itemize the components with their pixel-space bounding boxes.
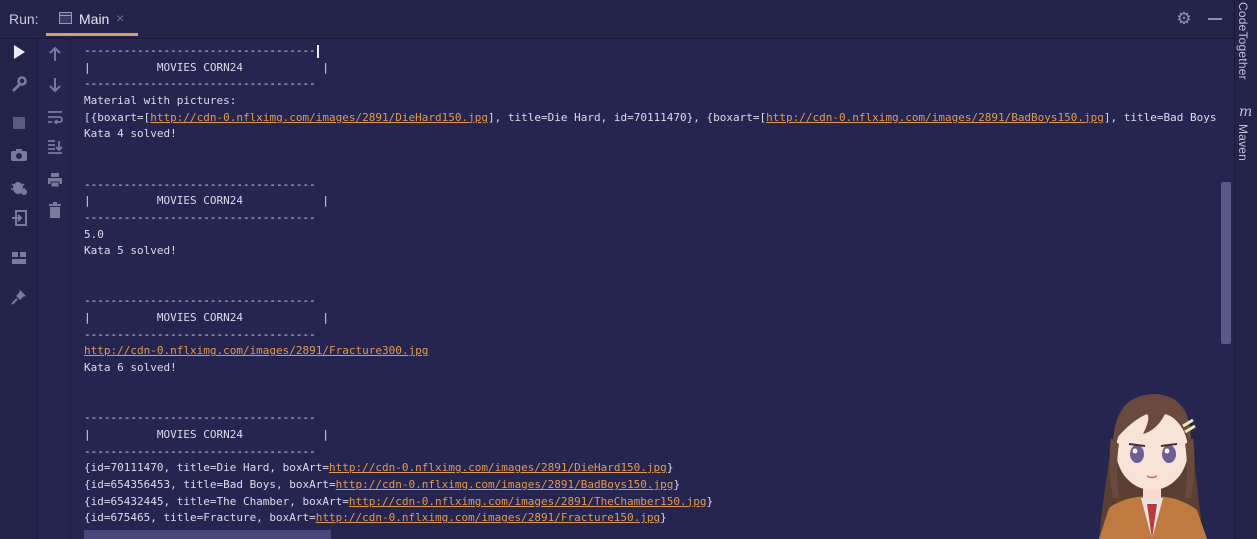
console-link[interactable]: http://cdn-0.nflximg.com/images/2891/Die…	[150, 111, 488, 124]
anime-character-icon	[1099, 394, 1207, 539]
arrow-down-icon[interactable]	[45, 75, 65, 95]
console-line: 5.0	[84, 227, 1221, 244]
camera-icon[interactable]	[9, 145, 29, 165]
console-text: ], title=Bad Boys	[1103, 110, 1217, 124]
debug-icon[interactable]	[9, 177, 29, 197]
console-line: -----------------------------------	[84, 43, 1221, 60]
console-text: -----------------------------------	[84, 77, 316, 91]
console-line: Kata 6 solved!	[84, 360, 1221, 377]
console-text: {id=65432445, title=The Chamber, boxArt=	[84, 494, 349, 508]
scroll-to-end-icon[interactable]	[45, 137, 65, 157]
console-text: }	[660, 511, 667, 525]
console-text: -----------------------------------	[84, 177, 316, 191]
vertical-scrollbar[interactable]	[1221, 182, 1231, 344]
console-text: -----------------------------------	[84, 444, 316, 458]
console-link[interactable]: http://cdn-0.nflximg.com/images/2891/The…	[349, 495, 707, 508]
console-text: Kata 6 solved!	[84, 361, 177, 375]
console-line: -----------------------------------	[84, 410, 1221, 427]
console-line: Material with pictures:	[84, 93, 1221, 110]
console-line: {id=675465, title=Fracture, boxArt=http:…	[84, 510, 1221, 527]
console-line: | MOVIES CORN24 |	[84, 60, 1221, 77]
console-line: | MOVIES CORN24 |	[84, 427, 1221, 444]
console-link[interactable]: http://cdn-0.nflximg.com/images/2891/Die…	[329, 461, 667, 474]
right-tool-panel: CodeTogether m Maven	[1234, 0, 1257, 539]
console-text: | MOVIES CORN24 |	[84, 311, 330, 324]
wrench-icon[interactable]	[9, 74, 29, 94]
console-text: Kata 5 solved!	[84, 244, 177, 258]
maven-icon: m	[1239, 104, 1253, 120]
console-line: -----------------------------------	[84, 293, 1221, 310]
exit-icon[interactable]	[9, 208, 29, 228]
maven-tab[interactable]: Maven	[1236, 124, 1250, 161]
codetogether-tab[interactable]: CodeTogether	[1236, 2, 1250, 80]
console-actions-toolbar	[38, 39, 71, 539]
console-text: {id=70111470, title=Die Hard, boxArt=	[84, 461, 330, 475]
console-text: -----------------------------------	[84, 210, 316, 224]
console-text: }	[666, 461, 674, 475]
console-text: -----------------------------------	[84, 294, 316, 308]
console-line: Kata 4 solved!	[84, 126, 1221, 143]
horizontal-scrollbar[interactable]	[84, 530, 331, 539]
console-link[interactable]: http://cdn-0.nflximg.com/images/2891/Bad…	[336, 478, 674, 491]
run-actions-toolbar	[0, 39, 38, 539]
stop-icon[interactable]	[9, 113, 29, 133]
tab-close-icon[interactable]: ×	[116, 10, 124, 26]
console-text: -----------------------------------	[84, 411, 316, 425]
console-line: -----------------------------------	[84, 177, 1221, 194]
console-link[interactable]: http://cdn-0.nflximg.com/images/2891/Fra…	[84, 344, 428, 357]
console-line: [{boxart=[http://cdn-0.nflximg.com/image…	[84, 110, 1221, 127]
console-line: -----------------------------------	[84, 210, 1221, 227]
print-icon[interactable]	[45, 170, 65, 190]
console-line: -----------------------------------	[84, 444, 1221, 461]
console-line: | MOVIES CORN24 |	[84, 193, 1221, 210]
console-line: http://cdn-0.nflximg.com/images/2891/Fra…	[84, 343, 1221, 360]
soft-wrap-icon[interactable]	[45, 107, 65, 127]
console-text: }	[706, 494, 714, 508]
console-line: {id=654356453, title=Bad Boys, boxArt=ht…	[84, 477, 1221, 494]
console-text: Material with pictures:	[84, 94, 237, 108]
console-text: -----------------------------------	[84, 44, 316, 57]
console-line: Kata 5 solved!	[84, 243, 1221, 260]
console-text: | MOVIES CORN24 |	[84, 60, 330, 74]
console-text: {id=654356453, title=Bad Boys, boxArt=	[84, 477, 336, 491]
console-text: {id=675465, title=Fracture, boxArt=	[84, 511, 316, 525]
console-link[interactable]: http://cdn-0.nflximg.com/images/2891/Bad…	[766, 111, 1104, 124]
console-text: | MOVIES CORN24 |	[84, 427, 330, 441]
console-line: -----------------------------------	[84, 327, 1221, 344]
layout-icon[interactable]	[9, 248, 29, 268]
minimize-icon[interactable]	[1208, 18, 1222, 20]
console-text: | MOVIES CORN24 |	[84, 194, 330, 208]
console-text: Kata 4 solved!	[84, 127, 177, 141]
pin-icon[interactable]	[9, 287, 29, 307]
console-link[interactable]: http://cdn-0.nflximg.com/images/2891/Fra…	[316, 511, 660, 524]
console-line: {id=70111470, title=Die Hard, boxArt=htt…	[84, 460, 1221, 477]
run-icon[interactable]	[9, 42, 29, 62]
console-line: {id=65432445, title=The Chamber, boxArt=…	[84, 494, 1221, 511]
console-text: [{boxart=[	[84, 110, 151, 124]
arrow-up-icon[interactable]	[45, 44, 65, 64]
run-toolwindow-header: Run: Main × ⚙	[0, 0, 1257, 39]
console-line: -----------------------------------	[84, 76, 1221, 93]
console-text: ], title=Die Hard, id=70111470}, {boxart…	[488, 110, 767, 124]
console-text: 5.0	[84, 227, 104, 241]
text-caret	[316, 44, 319, 58]
tab-main-label: Main	[79, 11, 110, 27]
console-text: }	[673, 477, 681, 491]
console-text: -----------------------------------	[84, 327, 316, 341]
trash-icon[interactable]	[45, 200, 65, 220]
gear-icon[interactable]: ⚙	[1175, 10, 1193, 28]
console-tab-icon	[59, 12, 72, 24]
tab-main[interactable]: Main ×	[46, 0, 138, 36]
run-label: Run:	[9, 11, 39, 27]
console-line: | MOVIES CORN24 |	[84, 310, 1221, 327]
console-output[interactable]: ----------------------------------- | MOV…	[84, 43, 1221, 539]
